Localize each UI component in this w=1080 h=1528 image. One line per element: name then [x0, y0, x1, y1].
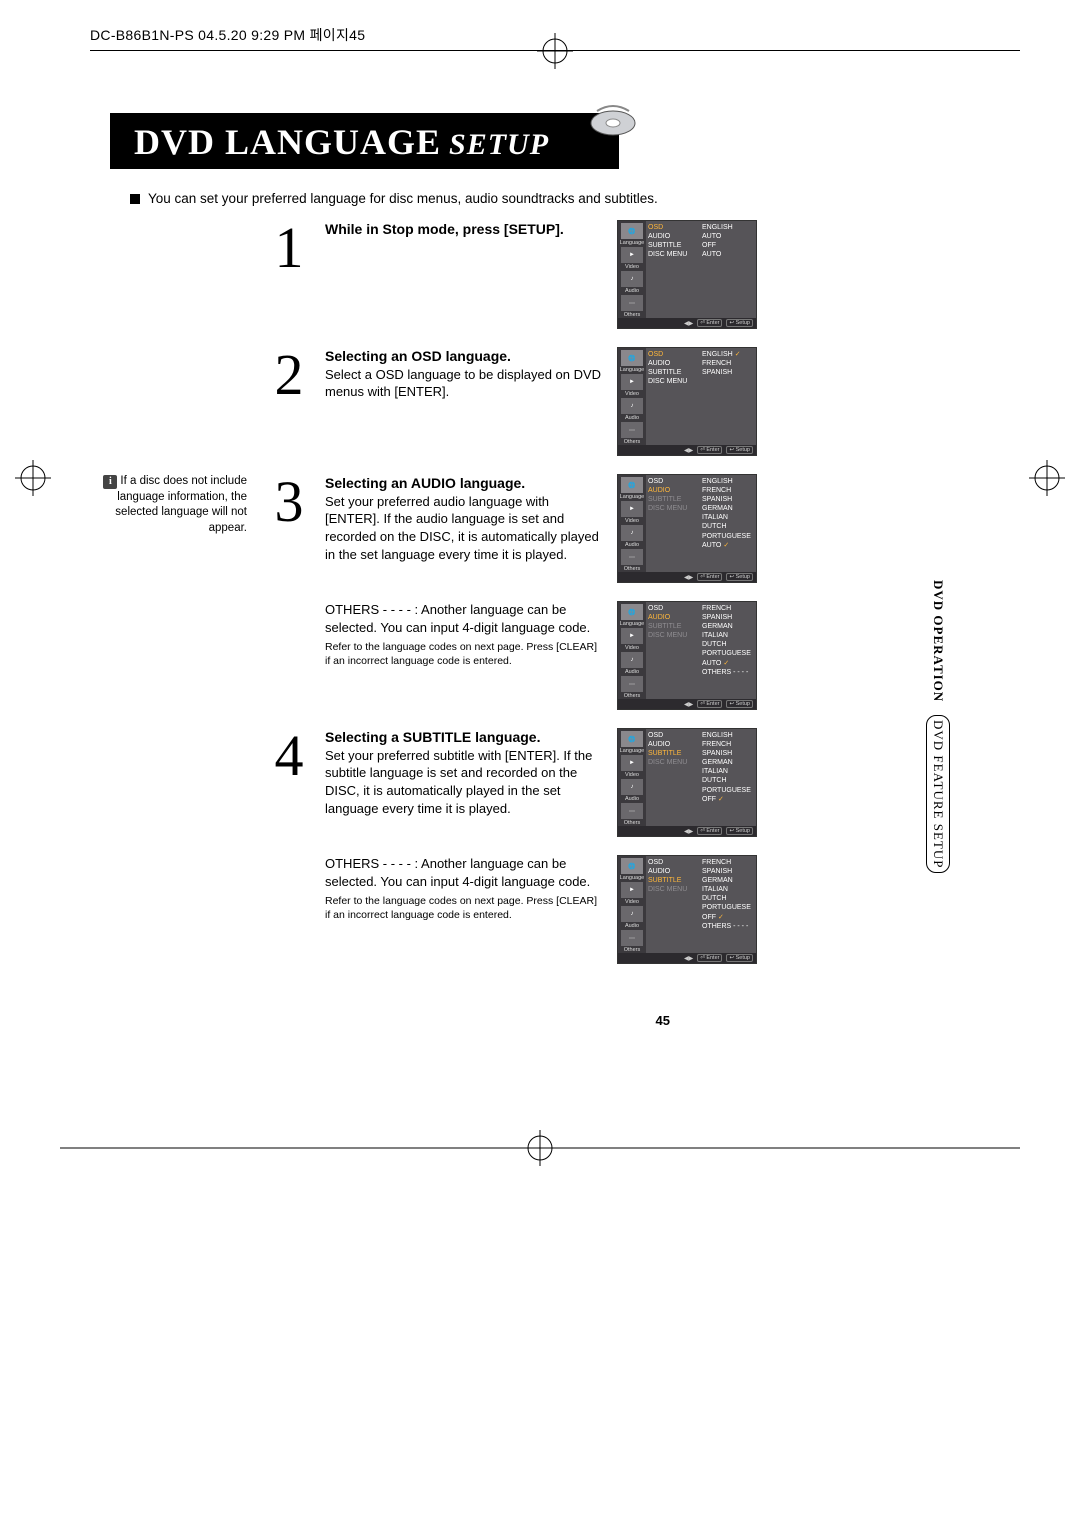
step-1: 1 While in Stop mode, press [SETUP]. 🌐La…	[265, 220, 825, 329]
registration-mark-top	[537, 33, 573, 69]
osd-screenshot-3: 🌐Language►Video♪Audio⋯OthersOSDAUDIOSUBT…	[617, 474, 757, 583]
section-label-bottom: DVD FEATURE SETUP	[926, 715, 950, 873]
step-4-others: OTHERS - - - - : Another language can be…	[265, 855, 825, 964]
osd-screenshot-4b: 🌐Language►Video♪Audio⋯OthersOSDAUDIOSUBT…	[617, 855, 757, 964]
page-number: 45	[656, 1013, 670, 1028]
step-body: Select a OSD language to be displayed on…	[325, 366, 605, 401]
step-3-others: OTHERS - - - - : Another language can be…	[265, 601, 825, 710]
step-body: OTHERS - - - - : Another language can be…	[325, 855, 605, 890]
title-main: DVD LANGUAGE	[134, 121, 441, 163]
step-number: 3	[265, 474, 313, 523]
intro-body: You can set your preferred language for …	[148, 191, 658, 206]
manual-page: DC-B86B1N-PS 04.5.20 9:29 PM 페이지45 DVD L…	[0, 0, 1080, 1528]
step-number: 2	[265, 347, 313, 396]
info-icon: i	[103, 475, 117, 489]
step-heading: Selecting an AUDIO language.	[325, 474, 605, 493]
title-box: DVD LANGUAGE SETUP	[110, 113, 619, 169]
step-4: 4 Selecting a SUBTITLE language. Set you…	[265, 728, 825, 837]
step-body: OTHERS - - - - : Another language can be…	[325, 601, 605, 636]
step-body: Set your preferred subtitle with [ENTER]…	[325, 747, 605, 817]
osd-screenshot-1: 🌐Language►Video♪Audio⋯OthersOSDAUDIOSUBT…	[617, 220, 757, 329]
registration-mark-right	[1029, 460, 1065, 501]
step-heading: Selecting a SUBTITLE language.	[325, 728, 605, 747]
step-heading: While in Stop mode, press [SETUP].	[325, 220, 605, 239]
step-body: Set your preferred audio language with […	[325, 493, 605, 563]
intro-text: You can set your preferred language for …	[130, 191, 1020, 206]
disc-icon	[589, 103, 637, 142]
registration-mark-left	[15, 460, 51, 501]
sidenote: iIf a disc does not include language inf…	[90, 474, 255, 982]
crop-mark-bottom	[0, 1130, 1080, 1171]
step-smalltext: Refer to the language codes on next page…	[325, 894, 605, 922]
title-sub: SETUP	[449, 128, 549, 162]
step-number: 1	[265, 220, 313, 269]
title-banner: DVD LANGUAGE SETUP	[90, 113, 1020, 173]
step-smalltext: Refer to the language codes on next page…	[325, 640, 605, 668]
crop-mark-top	[90, 50, 1020, 78]
square-bullet-icon	[130, 194, 140, 204]
step-3: 3 Selecting an AUDIO language. Set your …	[265, 474, 825, 583]
osd-screenshot-4: 🌐Language►Video♪Audio⋯OthersOSDAUDIOSUBT…	[617, 728, 757, 837]
osd-screenshot-3b: 🌐Language►Video♪Audio⋯OthersOSDAUDIOSUBT…	[617, 601, 757, 710]
osd-screenshot-2: 🌐Language►Video♪Audio⋯OthersOSDAUDIOSUBT…	[617, 347, 757, 456]
section-label-top: DVD OPERATION	[931, 580, 946, 702]
sidenote-text: If a disc does not include language info…	[115, 475, 247, 534]
step-number: 4	[265, 728, 313, 777]
step-heading: Selecting an OSD language.	[325, 347, 605, 366]
step-2: 2 Selecting an OSD language. Select a OS…	[265, 347, 825, 456]
section-vertical-label: DVD OPERATION DVD FEATURE SETUP	[926, 580, 950, 873]
